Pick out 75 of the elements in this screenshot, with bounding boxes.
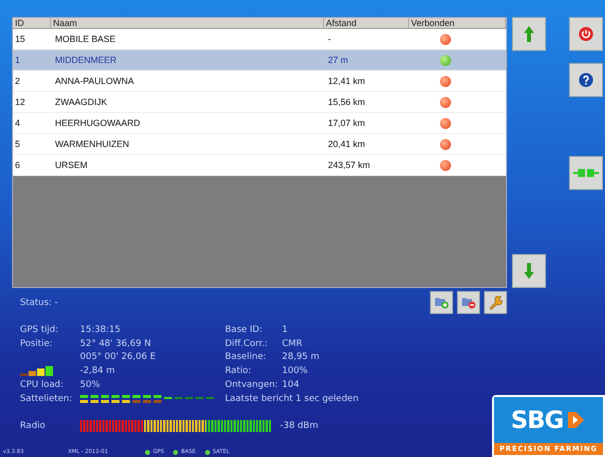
station-row[interactable]: 15 MOBILE BASE - [13, 29, 506, 50]
info-value: 100% [282, 366, 308, 376]
info-label: Baseline: [225, 352, 266, 362]
column-header[interactable]: ID [13, 18, 51, 28]
info-value: 15:38:15 [80, 324, 120, 335]
info-label: Diff.Corr.: [225, 338, 268, 349]
table-cell-text: HEERHUGOWAARD [54, 118, 142, 128]
station-row[interactable]: 1 MIDDENMEER 27 m [13, 50, 506, 71]
column-header[interactable]: Afstand [324, 18, 409, 28]
table-cell-text: 4 [14, 118, 22, 128]
table-cell-text: ANNA-PAULOWNA [54, 76, 135, 86]
info-value: 52° 48' 36,69 N [80, 338, 151, 349]
table-cell-text: 15 [14, 34, 26, 44]
table-cell-text: 12 [14, 97, 26, 107]
help-button[interactable] [569, 63, 603, 97]
table-cell-text: MIDDENMEER [54, 55, 118, 65]
folder-add-icon [434, 296, 448, 309]
info-label: Positie: [20, 338, 52, 349]
info-value: 005° 00' 26,06 E [80, 352, 156, 362]
info-value: 28,95 m [282, 352, 320, 362]
station-row[interactable]: 5 WARMENHUIZEN 20,41 km [13, 134, 506, 155]
column-header[interactable]: Verbonden [409, 18, 506, 28]
remove-station-button[interactable] [457, 291, 480, 314]
table-cell-text: 5 [14, 139, 22, 149]
table-cell-text: 20,41 km [327, 139, 366, 149]
table-cell-text: MOBILE BASE [54, 34, 117, 44]
table-cell-text: 6 [14, 160, 22, 170]
table-cell-text: 27 m [327, 55, 350, 65]
info-label: GPS tijd: [20, 324, 58, 335]
connect-button[interactable] [569, 156, 603, 190]
table-cell-text: - [327, 34, 332, 44]
table-cell-text: URSEM [54, 160, 89, 170]
station-row[interactable]: 4 HEERHUGOWAARD 17,07 km [13, 113, 506, 134]
table-cell-text: 15,56 km [327, 97, 366, 107]
column-header[interactable]: Naam [51, 18, 324, 28]
info-label: Base ID: [225, 324, 262, 335]
table-cell-text: ZWAAGDIJK [54, 97, 108, 107]
plug-icon [573, 167, 599, 179]
power-button[interactable] [569, 17, 603, 51]
radio-reading: -38 dBm [280, 420, 318, 431]
info-label: Sattelieten: [20, 394, 72, 404]
logo-name: SBG [510, 406, 564, 434]
move-up-button[interactable] [512, 17, 546, 51]
info-value: 104 [282, 380, 300, 390]
station-row[interactable]: 6 URSEM 243,57 km [13, 155, 506, 176]
table-cell-text: WARMENHUIZEN [54, 139, 130, 149]
info-value: 1 [282, 324, 288, 335]
folder-remove-icon [462, 296, 476, 309]
info-note: Laatste bericht 1 sec geleden [225, 394, 359, 404]
table-cell-text: 12,41 km [327, 76, 366, 86]
info-label: CPU load: [20, 380, 64, 390]
info-value: -2,84 m [80, 366, 115, 376]
radio-label: Radio [20, 420, 46, 431]
station-row[interactable]: 12 ZWAAGDIJK 15,56 km [13, 92, 506, 113]
table-cell-text: 1 [14, 55, 22, 65]
power-icon [579, 27, 593, 41]
station-row[interactable]: 2 ANNA-PAULOWNA 12,41 km [13, 71, 506, 92]
wrench-icon [488, 296, 502, 310]
satellite-bars-icon [80, 394, 216, 404]
move-down-button[interactable] [512, 254, 546, 288]
down-arrow-icon [524, 263, 534, 279]
info-value: 50% [80, 380, 100, 390]
help-icon [579, 73, 593, 87]
logo-emblem-icon [566, 410, 586, 430]
info-label: Ontvangen: [225, 380, 278, 390]
settings-button[interactable] [484, 291, 507, 314]
signal-strength-icon [20, 366, 54, 377]
info-value: CMR [282, 338, 302, 349]
table-cell-text: 17,07 km [327, 118, 366, 128]
status-text: Status: - [20, 298, 58, 308]
up-arrow-icon [524, 26, 534, 42]
table-cell-text: 243,57 km [327, 160, 372, 170]
table-cell-text: 2 [14, 76, 22, 86]
info-label: Ratio: [225, 366, 252, 376]
add-station-button[interactable] [430, 291, 453, 314]
